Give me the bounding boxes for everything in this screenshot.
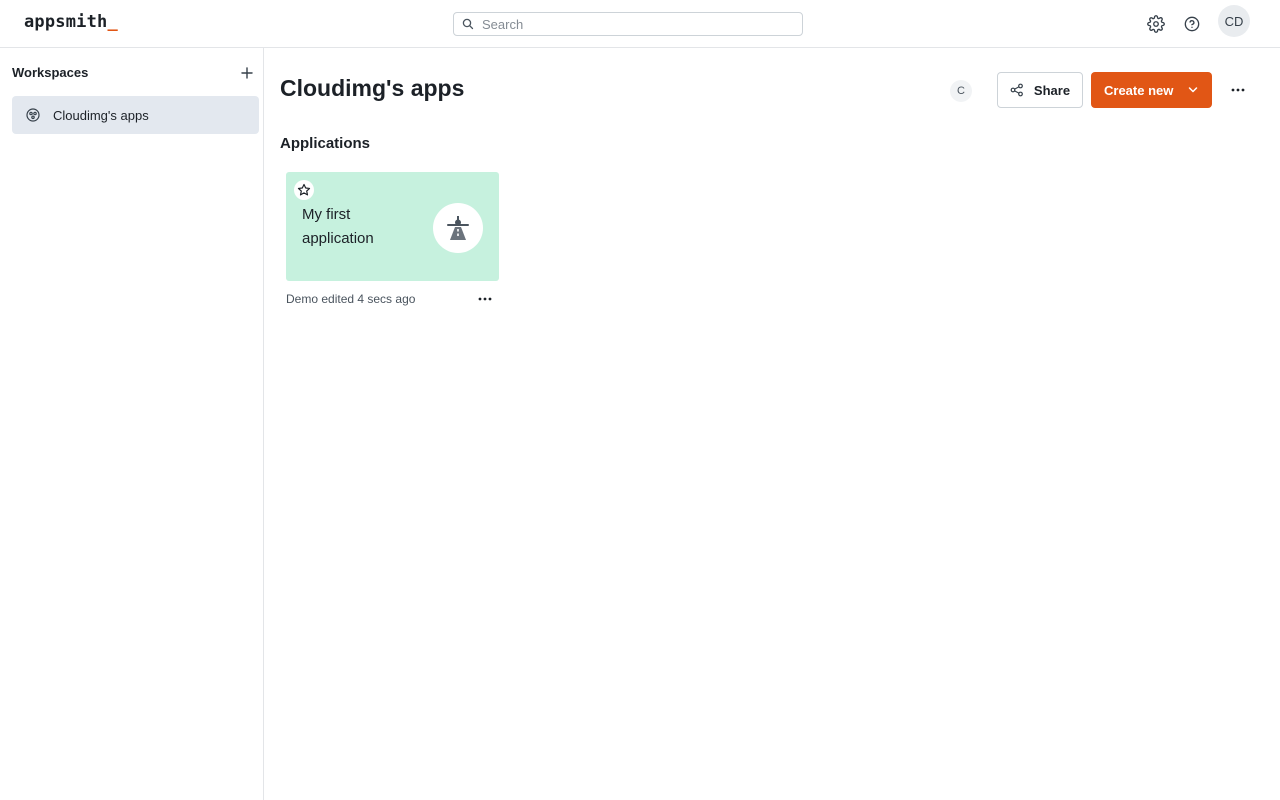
app-name: My first application — [302, 206, 374, 247]
workspace-icon — [26, 108, 40, 122]
logo-cursor: _ — [107, 12, 118, 32]
page-title: Cloudimg's apps — [280, 75, 465, 101]
app-more-button[interactable] — [475, 290, 495, 308]
app-edited-meta: Demo edited 4 secs ago — [286, 292, 416, 306]
favorite-button[interactable] — [294, 180, 314, 200]
gear-icon — [1147, 15, 1165, 33]
help-button[interactable] — [1182, 14, 1202, 34]
workspace-more-button[interactable] — [1228, 80, 1248, 100]
chevron-down-icon — [1188, 87, 1198, 93]
create-new-label: Create new — [1104, 82, 1174, 98]
search-box[interactable] — [453, 12, 803, 36]
more-horizontal-icon — [478, 297, 492, 301]
sidebar-item-label: Cloudimg's apps — [53, 107, 149, 123]
more-horizontal-icon — [1231, 88, 1245, 92]
help-icon — [1184, 16, 1200, 32]
create-new-button[interactable]: Create new — [1091, 72, 1212, 108]
app-card[interactable]: My first application — [286, 172, 499, 281]
share-label: Share — [1033, 82, 1071, 98]
logo-text: appsmith — [24, 12, 108, 32]
search-input[interactable] — [482, 16, 782, 32]
app-icon-container — [433, 203, 483, 253]
sidebar-item-cloudimgs-apps[interactable]: Cloudimg's apps — [12, 96, 259, 134]
share-button[interactable]: Share — [997, 72, 1083, 108]
workspaces-heading: Workspaces — [12, 65, 89, 80]
settings-button[interactable] — [1146, 14, 1166, 34]
workspace-sidebar: Workspaces Cloudimg's apps — [0, 48, 264, 800]
applications-heading: Applications — [280, 135, 371, 152]
search-icon — [462, 18, 474, 30]
member-avatar[interactable]: C — [950, 80, 972, 102]
top-header: appsmith_ CD — [0, 0, 1280, 48]
share-icon — [1010, 83, 1023, 97]
airplane-icon — [447, 216, 469, 240]
add-workspace-button[interactable] — [238, 64, 256, 82]
star-icon — [297, 183, 311, 196]
appsmith-logo[interactable]: appsmith_ — [24, 12, 118, 32]
user-avatar[interactable]: CD — [1218, 5, 1250, 37]
plus-icon — [241, 67, 253, 79]
